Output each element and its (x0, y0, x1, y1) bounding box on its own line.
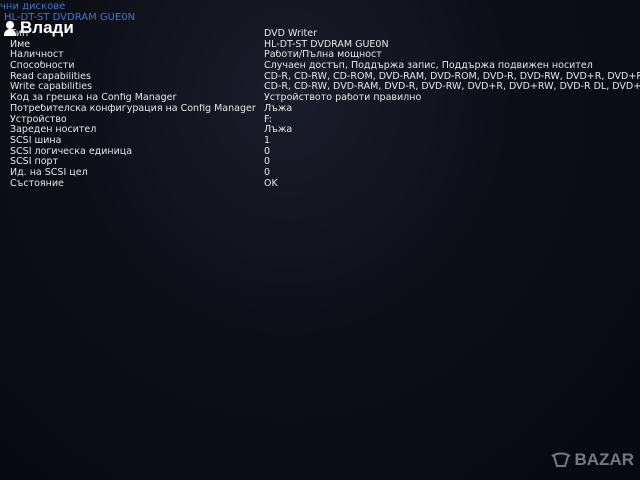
property-value: 0 (264, 146, 271, 157)
property-name: SCSI логическа единица (10, 146, 133, 157)
property-row[interactable]: SCSI шина 1 (10, 136, 640, 147)
property-row[interactable]: Потребителска конфигурация на Config Man… (10, 104, 640, 115)
property-row[interactable]: SCSI порт 0 (10, 157, 640, 168)
property-value: CD-R, CD-RW, CD-ROM, DVD-RAM, DVD-ROM, D… (264, 71, 640, 82)
property-value: Лъжа (264, 103, 293, 114)
bazar-watermark: BAZAR (549, 450, 635, 470)
property-name: Наличност (10, 50, 64, 61)
property-value: OK (264, 178, 278, 189)
property-value: F: (264, 114, 272, 125)
property-row[interactable]: SCSI логическа единица 0 (10, 147, 640, 158)
property-row[interactable]: Write capabilities CD-R, CD-RW, DVD-RAM,… (10, 82, 640, 93)
property-name: Ид. на SCSI цел (10, 167, 88, 178)
property-name: Състояние (10, 178, 64, 189)
property-name: Име (10, 39, 31, 50)
property-name: Устройство (10, 114, 67, 125)
property-name: Потребителска конфигурация на Config Man… (10, 103, 256, 114)
property-row[interactable]: Име HL-DT-ST DVDRAM GUE0N (10, 40, 640, 51)
property-row[interactable]: Устройство F: (10, 115, 640, 126)
property-row[interactable]: Read capabilities CD-R, CD-RW, CD-ROM, D… (10, 72, 640, 83)
property-row[interactable]: Наличност Работи/Пълна мощност (10, 50, 640, 61)
property-name: Способности (10, 61, 75, 72)
properties-table: Тип DVD Writer Име HL-DT-ST DVDRAM GUE0N… (10, 29, 640, 189)
property-name: Read capabilities (10, 71, 91, 82)
property-value: Устройството работи правилно (264, 93, 422, 104)
property-name: SCSI шина (10, 135, 62, 146)
property-value: 0 (264, 167, 271, 178)
property-row[interactable]: Код за грешка на Config Manager Устройст… (10, 93, 640, 104)
property-value: 1 (264, 135, 271, 146)
property-row[interactable]: Зареден носител Лъжа (10, 125, 640, 136)
property-row[interactable]: Състояние OK (10, 179, 640, 190)
property-value: Лъжа (264, 125, 293, 136)
property-value: Случаен достъп, Поддържа запис, Поддържа… (264, 61, 593, 72)
bazar-logo-icon (551, 452, 570, 467)
property-name: Тип (10, 29, 29, 39)
property-name: Зареден носител (10, 125, 97, 136)
property-name: SCSI порт (10, 157, 59, 168)
property-name: Код за грешка на Config Manager (10, 93, 177, 104)
property-row[interactable]: Ид. на SCSI цел 0 (10, 168, 640, 179)
property-row[interactable]: Способности Случаен достъп, Поддържа зап… (10, 61, 640, 72)
property-value: DVD Writer (264, 29, 317, 39)
property-value: CD-R, CD-RW, DVD-RAM, DVD-R, DVD-RW, DVD… (264, 82, 640, 93)
watermark-text: BAZAR (574, 450, 635, 469)
property-row[interactable]: Тип DVD Writer (10, 29, 640, 40)
breadcrumb-parent[interactable]: чни дискове (0, 1, 65, 12)
property-value: HL-DT-ST DVDRAM GUE0N (264, 39, 389, 50)
property-value: Работи/Пълна мощност (264, 50, 382, 61)
property-value: 0 (264, 157, 271, 168)
property-name: Write capabilities (10, 82, 93, 93)
